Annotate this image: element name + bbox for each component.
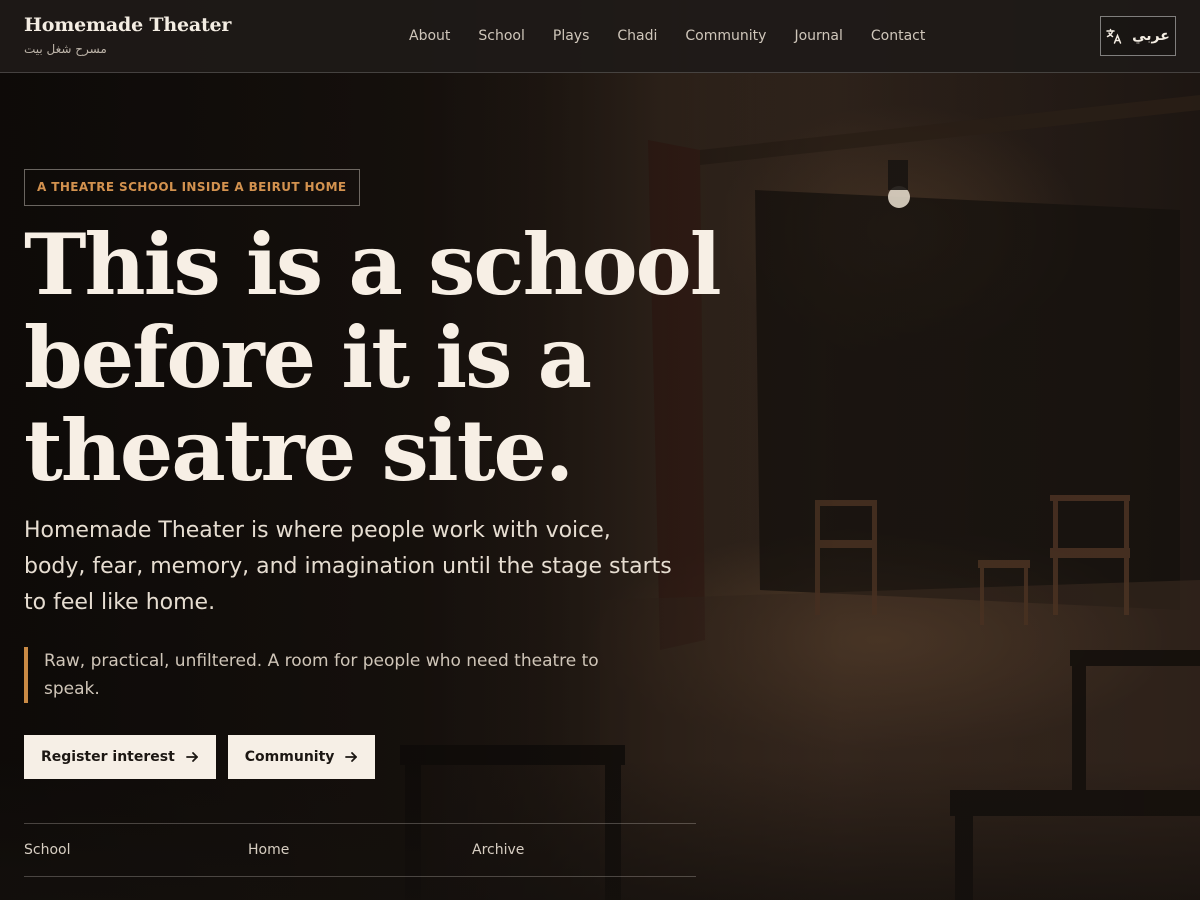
nav-item-contact[interactable]: Contact xyxy=(857,28,939,44)
hero-section: A THEATRE SCHOOL INSIDE A BEIRUT HOME Th… xyxy=(24,169,744,779)
section-tabs: School Home Archive xyxy=(24,823,696,877)
arrow-right-icon xyxy=(345,752,358,762)
nav-item-chadi[interactable]: Chadi xyxy=(603,28,671,44)
register-interest-button[interactable]: Register interest xyxy=(24,735,216,779)
cta-row: Register interest Community xyxy=(24,735,744,779)
brand[interactable]: Homemade Theater مسرح شغل بيت xyxy=(24,14,231,56)
main-nav: About School Plays Chadi Community Journ… xyxy=(395,0,939,72)
language-toggle-button[interactable]: عربي xyxy=(1100,16,1176,56)
community-button[interactable]: Community xyxy=(227,735,376,779)
language-label: عربي xyxy=(1132,28,1170,44)
hero-headline: This is a school before it is a theatre … xyxy=(24,215,722,500)
nav-item-community[interactable]: Community xyxy=(671,28,780,44)
nav-item-school[interactable]: School xyxy=(464,28,538,44)
nav-item-about[interactable]: About xyxy=(395,28,464,44)
tab-school[interactable]: School xyxy=(24,842,248,858)
hero-eyebrow-tag: A THEATRE SCHOOL INSIDE A BEIRUT HOME xyxy=(24,169,360,206)
arrow-right-icon xyxy=(185,752,198,762)
nav-item-journal[interactable]: Journal xyxy=(780,28,856,44)
site-header: Homemade Theater مسرح شغل بيت About Scho… xyxy=(0,0,1200,73)
community-button-label: Community xyxy=(244,749,335,765)
nav-item-plays[interactable]: Plays xyxy=(539,28,604,44)
tab-home[interactable]: Home xyxy=(248,842,472,858)
brand-subtitle-arabic: مسرح شغل بيت xyxy=(24,42,107,56)
translate-icon xyxy=(1106,28,1122,44)
hero-quote: Raw, practical, unfiltered. A room for p… xyxy=(24,647,624,703)
tab-archive[interactable]: Archive xyxy=(472,842,696,858)
brand-title[interactable]: Homemade Theater xyxy=(24,14,231,36)
hero-lede: Homemade Theater is where people work wi… xyxy=(24,518,672,615)
register-interest-label: Register interest xyxy=(41,749,175,765)
